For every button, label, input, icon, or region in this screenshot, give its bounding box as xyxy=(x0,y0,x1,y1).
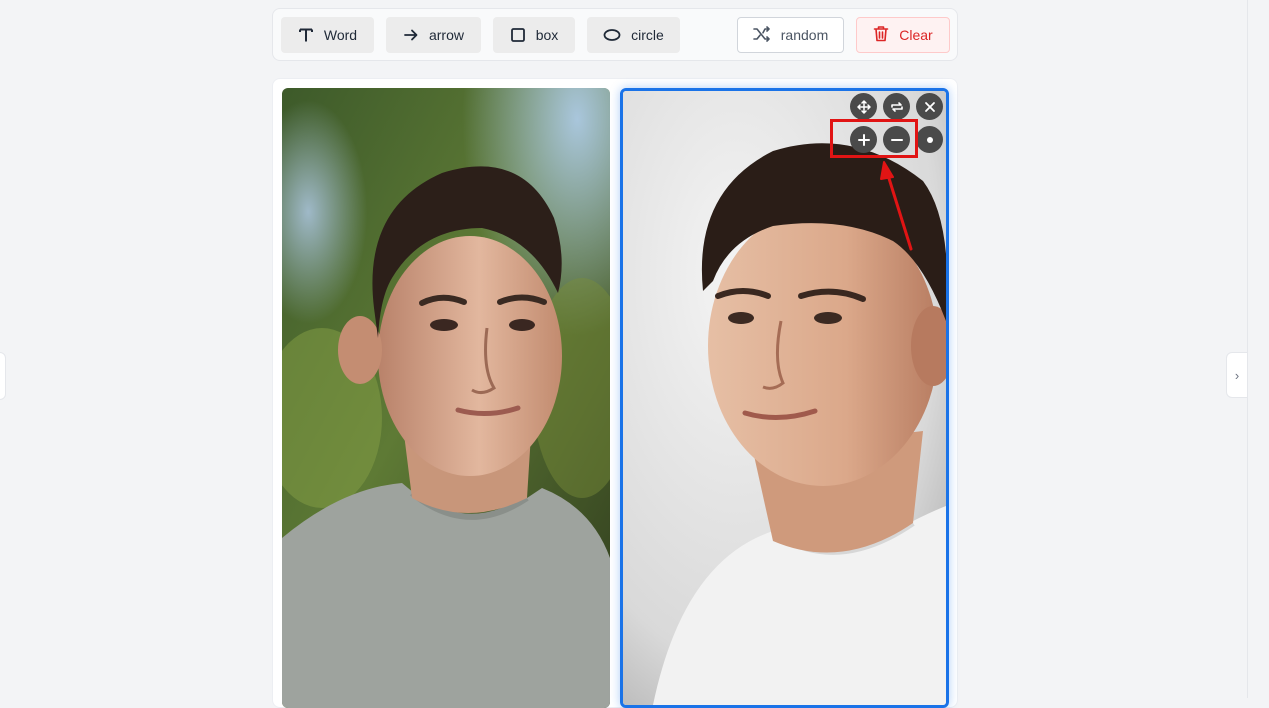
arrow-tool-label: arrow xyxy=(428,27,464,43)
trash-icon xyxy=(873,25,889,45)
clear-label: Clear xyxy=(899,27,933,43)
random-label: random xyxy=(780,27,829,43)
random-button[interactable]: random xyxy=(737,17,844,53)
close-icon[interactable] xyxy=(916,93,943,120)
arrow-right-icon xyxy=(403,27,419,43)
ellipse-icon xyxy=(603,28,621,42)
text-icon xyxy=(298,27,314,43)
shuffle-icon xyxy=(752,25,771,45)
clear-button[interactable]: Clear xyxy=(856,17,950,53)
square-icon xyxy=(510,27,526,43)
zoom-controls-highlight xyxy=(830,119,918,158)
swap-icon[interactable] xyxy=(883,93,910,120)
right-portrait-image-selected[interactable] xyxy=(620,88,949,708)
chevron-right-icon: › xyxy=(1234,367,1240,383)
panel-divider xyxy=(1247,0,1248,698)
word-tool-label: Word xyxy=(323,27,358,43)
left-panel-handle[interactable] xyxy=(0,352,6,400)
toolbar: Word arrow box circle random Clear xyxy=(272,8,958,61)
right-panel-toggle[interactable]: › xyxy=(1226,352,1248,398)
dot-icon[interactable] xyxy=(916,126,943,153)
circle-tool-button[interactable]: circle xyxy=(587,17,680,53)
arrow-tool-button[interactable]: arrow xyxy=(386,17,481,53)
circle-tool-label: circle xyxy=(631,27,664,43)
box-tool-button[interactable]: box xyxy=(493,17,575,53)
move-icon[interactable] xyxy=(850,93,877,120)
word-tool-button[interactable]: Word xyxy=(281,17,374,53)
left-portrait-image[interactable] xyxy=(282,88,610,708)
box-tool-label: box xyxy=(535,27,559,43)
